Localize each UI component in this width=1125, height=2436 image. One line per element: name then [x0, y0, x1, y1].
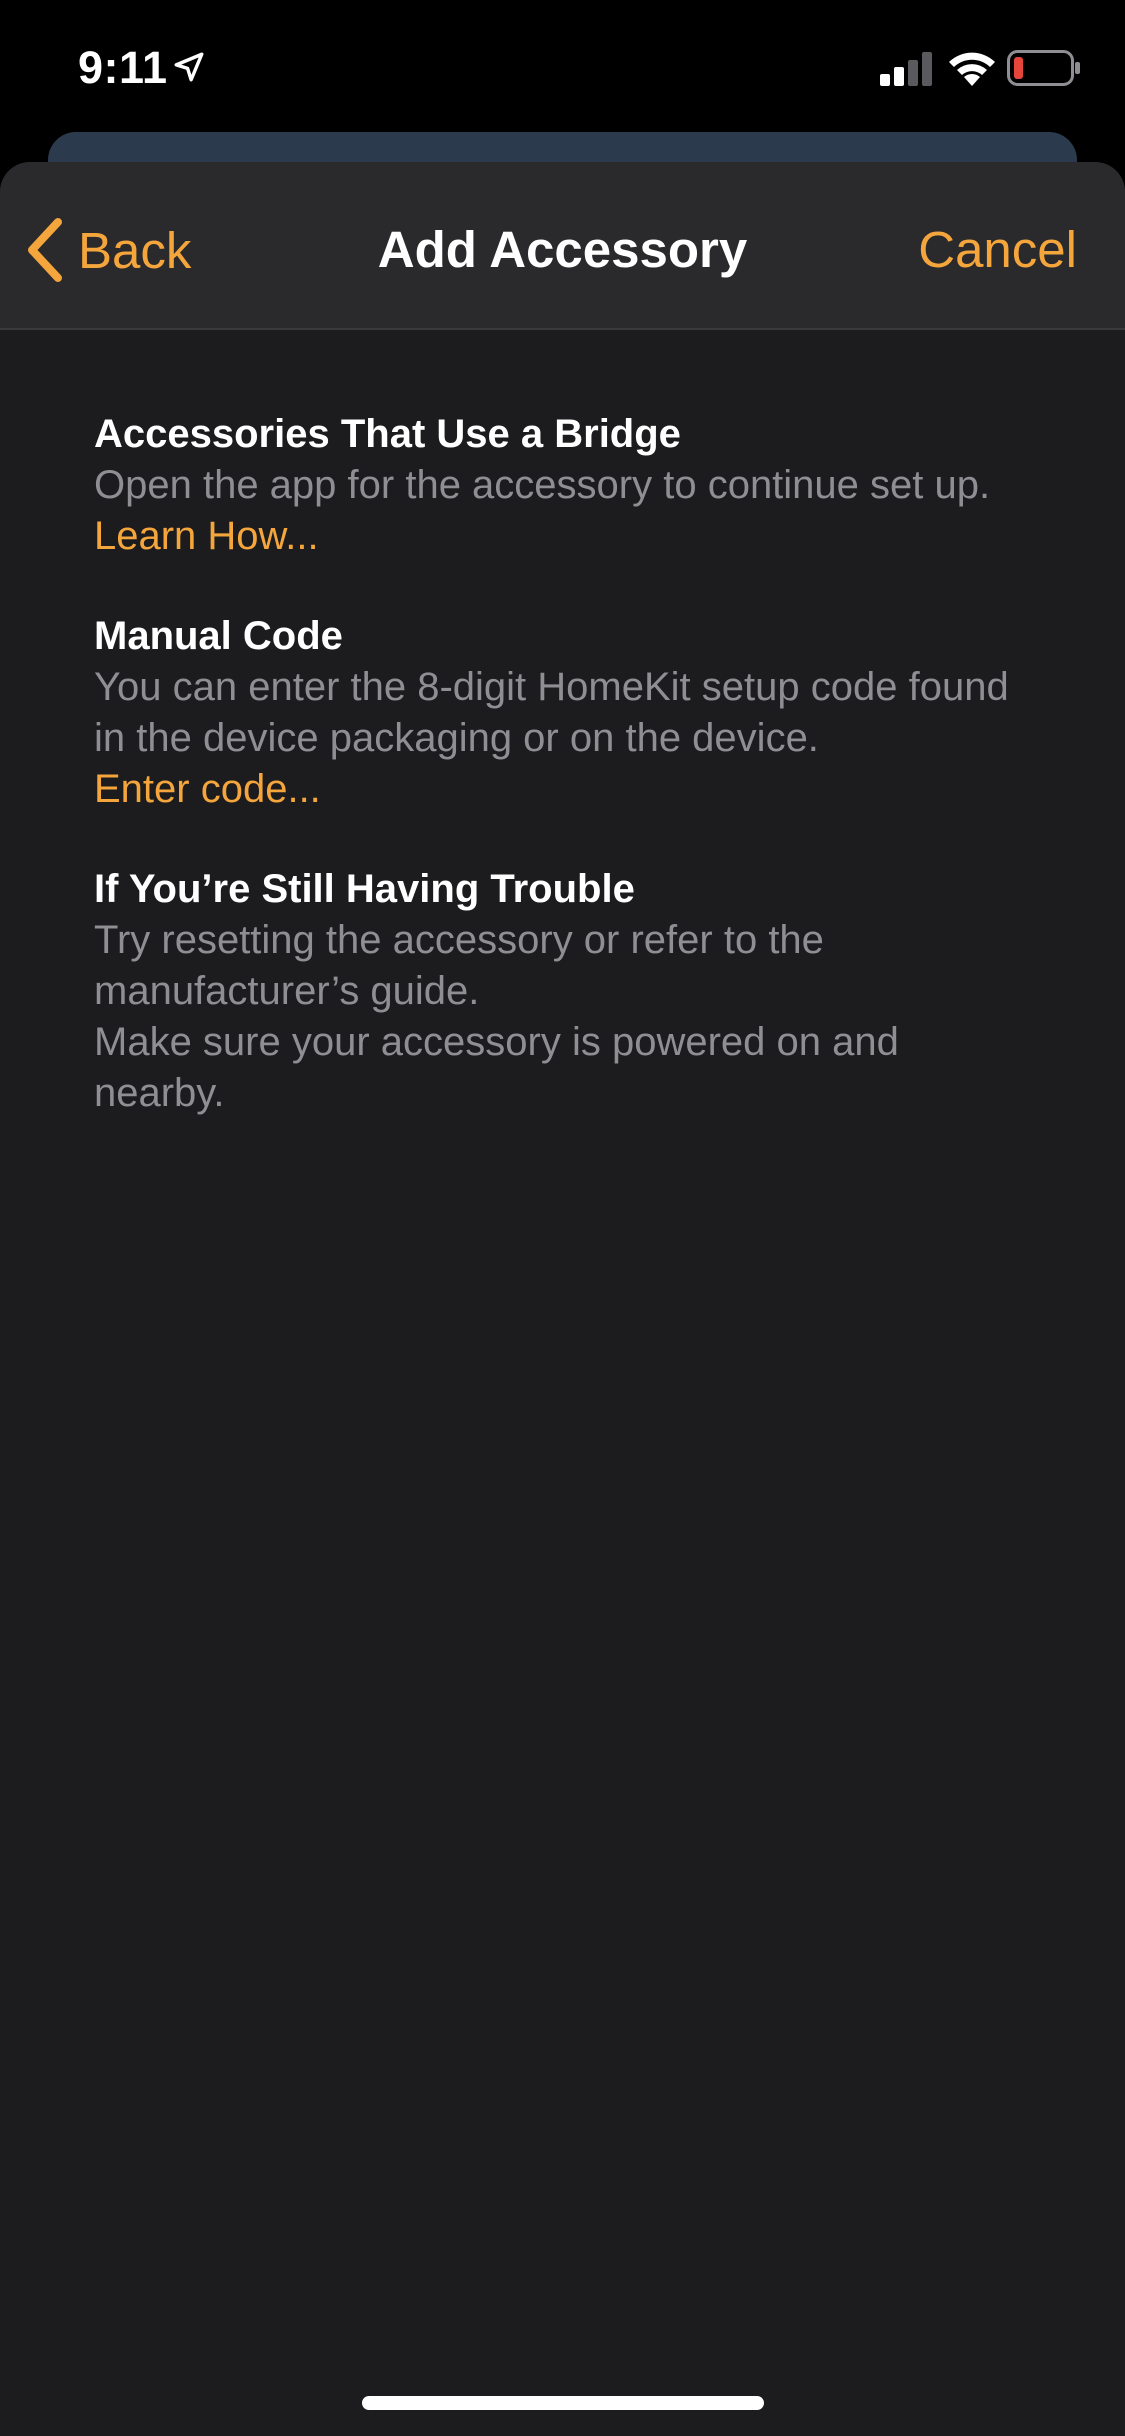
- status-bar: 9:11: [0, 0, 1125, 132]
- manual-code-section-text: You can enter the 8-digit HomeKit setup …: [94, 665, 1009, 760]
- bridge-section: Accessories That Use a Bridge Open the a…: [94, 408, 1031, 562]
- cellular-signal-icon: [880, 52, 932, 86]
- manual-code-section-body: You can enter the 8-digit HomeKit setup …: [94, 662, 1031, 815]
- bridge-section-text: Open the app for the accessory to contin…: [94, 463, 991, 507]
- enter-code-link[interactable]: Enter code...: [94, 767, 321, 811]
- navigation-bar: Back Add Accessory Cancel: [0, 162, 1125, 330]
- manual-code-section-title: Manual Code: [94, 614, 343, 658]
- home-indicator[interactable]: [362, 2396, 764, 2410]
- trouble-section-title: If You’re Still Having Trouble: [94, 867, 635, 911]
- back-button[interactable]: Back: [24, 214, 191, 286]
- location-arrow-icon: [174, 52, 204, 82]
- chevron-left-icon: [28, 218, 62, 282]
- trouble-tip-power: Make sure your accessory is powered on a…: [94, 1020, 899, 1115]
- trouble-section-body: Try resetting the accessory or refer to …: [94, 915, 1031, 1119]
- cancel-button[interactable]: Cancel: [918, 214, 1077, 286]
- bridge-section-body: Open the app for the accessory to contin…: [94, 460, 1031, 562]
- manual-code-section: Manual Code You can enter the 8-digit Ho…: [94, 610, 1031, 815]
- learn-how-link[interactable]: Learn How...: [94, 514, 319, 558]
- trouble-tip-reset: Try resetting the accessory or refer to …: [94, 918, 824, 1013]
- help-content: Accessories That Use a Bridge Open the a…: [0, 330, 1125, 1119]
- trouble-section: If You’re Still Having Trouble Try reset…: [94, 863, 1031, 1119]
- battery-icon: [1007, 50, 1080, 86]
- add-accessory-sheet: Back Add Accessory Cancel Accessories Th…: [0, 162, 1125, 2436]
- bridge-section-title: Accessories That Use a Bridge: [94, 412, 681, 456]
- status-time: 9:11: [78, 42, 168, 93]
- back-label: Back: [78, 221, 192, 279]
- wifi-icon: [949, 52, 995, 86]
- screen: 9:11 Back Add Accessory Cancel Accessori…: [0, 0, 1125, 2436]
